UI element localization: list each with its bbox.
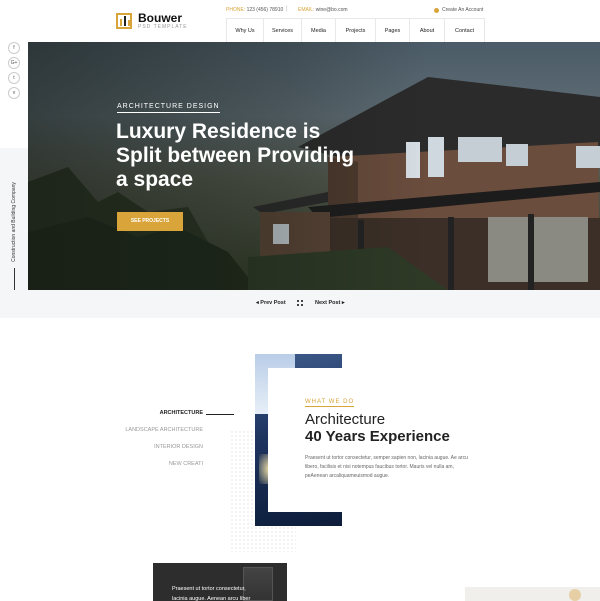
google-plus-icon[interactable]: G+ — [8, 57, 20, 69]
about-title-line2: 40 Years Experience — [305, 428, 450, 445]
hero-banner: ARCHITECTURE DESIGN Luxury Residence is … — [28, 42, 600, 290]
tab-new-creati[interactable]: NEW CREATI — [110, 461, 203, 478]
user-icon — [434, 7, 439, 13]
nav-item-services[interactable]: Services — [264, 18, 302, 42]
next-post-link[interactable]: Next Post ▸ — [315, 300, 345, 306]
vimeo-icon[interactable]: v — [8, 87, 20, 99]
next-post-label: Next Post — [315, 300, 341, 306]
email-info: EMAIL: wine@bo.com — [298, 7, 348, 13]
active-tab-indicator — [206, 414, 234, 415]
tab-landscape-architecture[interactable]: LANDSCAPE ARCHITECTURE — [110, 427, 203, 444]
about-text: Praesent ut tortor consectetur, semper s… — [305, 455, 468, 479]
topbar-separator: | — [286, 6, 288, 12]
about-kicker: WHAT WE DO — [305, 399, 355, 407]
about-title: Architecture 40 Years Experience — [305, 411, 450, 445]
see-projects-button[interactable]: SEE PROJECTS — [117, 212, 183, 231]
teaser-text: Praesent ut tortor consectetur, lacinia … — [172, 586, 251, 601]
nav-item-contact[interactable]: Contact — [445, 18, 485, 42]
prev-post-label: Prev Post — [260, 300, 286, 306]
services-tabs: ARCHITECTURE LANDSCAPE ARCHITECTURE INTE… — [110, 410, 203, 478]
social-links: f G+ t v — [8, 42, 22, 102]
tab-architecture[interactable]: ARCHITECTURE — [110, 410, 203, 427]
nav-item-why-us[interactable]: Why Us — [227, 18, 264, 42]
main-nav: Why Us Services Media Projects Pages Abo… — [226, 18, 485, 42]
logo-icon — [116, 13, 132, 29]
prev-post-link[interactable]: ◂ Prev Post — [256, 300, 286, 306]
twitter-icon[interactable]: t — [8, 72, 20, 84]
tab-interior-design[interactable]: INTERIOR DESIGN — [110, 444, 203, 461]
site-header: Bouwer PSD TEMPLATE PHONE: 123 (456) 789… — [0, 0, 600, 42]
phone-info: PHONE: 123 (456) 78910 — [226, 7, 283, 13]
brand-tagline: PSD TEMPLATE — [138, 24, 188, 30]
teaser-card: Praesent ut tortor consectetur, lacinia … — [153, 563, 287, 601]
topbar: PHONE: 123 (456) 78910 | EMAIL: wine@bo.… — [226, 6, 600, 18]
nav-item-projects[interactable]: Projects — [336, 18, 376, 42]
create-account-label: Create An Account — [442, 7, 484, 13]
vertical-tagline: Construction and Building Company — [11, 182, 17, 262]
nav-item-media[interactable]: Media — [302, 18, 336, 42]
email-address[interactable]: wine@bo.com — [316, 7, 348, 13]
vertical-divider — [14, 268, 15, 292]
logo[interactable]: Bouwer PSD TEMPLATE — [116, 12, 188, 30]
post-pager: ◂ Prev Post Next Post ▸ — [0, 290, 600, 318]
facebook-icon[interactable]: f — [8, 42, 20, 54]
about-title-line1: Architecture — [305, 411, 386, 428]
create-account-link[interactable]: Create An Account — [434, 7, 483, 13]
grid-icon[interactable] — [297, 300, 303, 306]
email-label: EMAIL: — [298, 7, 315, 13]
corner-image — [465, 587, 600, 601]
arrow-right-icon: ▸ — [340, 300, 345, 306]
phone-label: PHONE: — [226, 7, 246, 13]
hero-kicker: ARCHITECTURE DESIGN — [117, 103, 220, 113]
nav-item-about[interactable]: About — [410, 18, 445, 42]
nav-item-pages[interactable]: Pages — [376, 18, 410, 42]
hero-title: Luxury Residence is Split between Provid… — [116, 120, 355, 191]
phone-number[interactable]: 123 (456) 78910 — [247, 7, 284, 13]
brand-name: Bouwer — [138, 11, 183, 25]
